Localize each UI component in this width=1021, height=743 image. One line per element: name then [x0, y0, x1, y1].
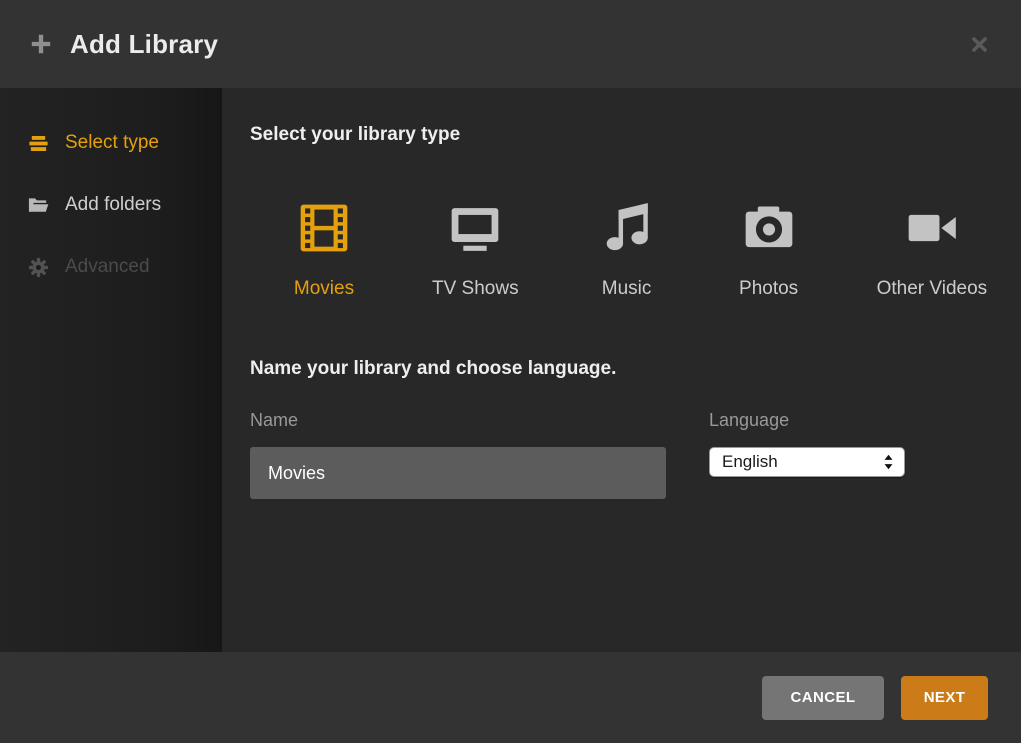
- camera-icon: [735, 200, 803, 256]
- sidebar-item-add-folders[interactable]: Add folders: [0, 184, 222, 226]
- type-item-music[interactable]: Music: [593, 200, 661, 300]
- gear-icon: [27, 256, 50, 279]
- type-item-other-videos[interactable]: Other Videos: [877, 200, 988, 300]
- film-icon: [290, 200, 358, 256]
- type-section-title: Select your library type: [250, 124, 991, 146]
- name-language-row: Name Language English: [250, 410, 991, 499]
- language-select[interactable]: English: [709, 447, 905, 477]
- type-label: Other Videos: [877, 278, 988, 300]
- name-label: Name: [250, 410, 666, 431]
- type-item-tv-shows[interactable]: TV Shows: [432, 200, 519, 300]
- close-icon: [970, 35, 989, 54]
- cancel-button[interactable]: CANCEL: [762, 676, 884, 720]
- name-field-group: Name: [250, 410, 666, 499]
- folder-open-icon: [27, 194, 50, 217]
- video-camera-icon: [898, 200, 966, 256]
- tv-icon: [441, 200, 509, 256]
- main-panel: Select your library type: [222, 88, 1021, 652]
- close-button[interactable]: [965, 30, 993, 58]
- type-label: TV Shows: [432, 278, 519, 300]
- dialog-header: Add Library: [0, 0, 1021, 88]
- sidebar-item-advanced[interactable]: Advanced: [0, 246, 222, 288]
- sidebar-item-select-type[interactable]: Select type: [0, 122, 222, 164]
- select-stepper-arrows-icon: [883, 453, 894, 471]
- add-library-dialog: Add Library Select type: [0, 0, 1021, 743]
- dialog-footer: CANCEL NEXT: [0, 652, 1021, 743]
- type-label: Movies: [294, 278, 354, 300]
- type-list-icon: [27, 132, 50, 155]
- library-type-row: Movies TV Shows: [290, 200, 991, 300]
- language-label: Language: [709, 410, 905, 431]
- dialog-body: Select type Add folders: [0, 88, 1021, 652]
- type-item-photos[interactable]: Photos: [735, 200, 803, 300]
- library-name-input[interactable]: [250, 447, 666, 499]
- sidebar-item-label: Advanced: [65, 256, 150, 278]
- next-button[interactable]: NEXT: [901, 676, 988, 720]
- plus-icon: [28, 31, 54, 57]
- type-label: Photos: [739, 278, 798, 300]
- dialog-title: Add Library: [70, 29, 218, 60]
- type-item-movies[interactable]: Movies: [290, 200, 358, 300]
- language-field-group: Language English: [709, 410, 905, 499]
- sidebar-item-label: Select type: [65, 132, 159, 154]
- wizard-steps-sidebar: Select type Add folders: [0, 88, 222, 652]
- music-note-icon: [593, 200, 661, 256]
- sidebar-item-label: Add folders: [65, 194, 161, 216]
- name-section-title: Name your library and choose language.: [250, 358, 991, 380]
- language-selected-value: English: [722, 452, 778, 472]
- type-label: Music: [602, 278, 652, 300]
